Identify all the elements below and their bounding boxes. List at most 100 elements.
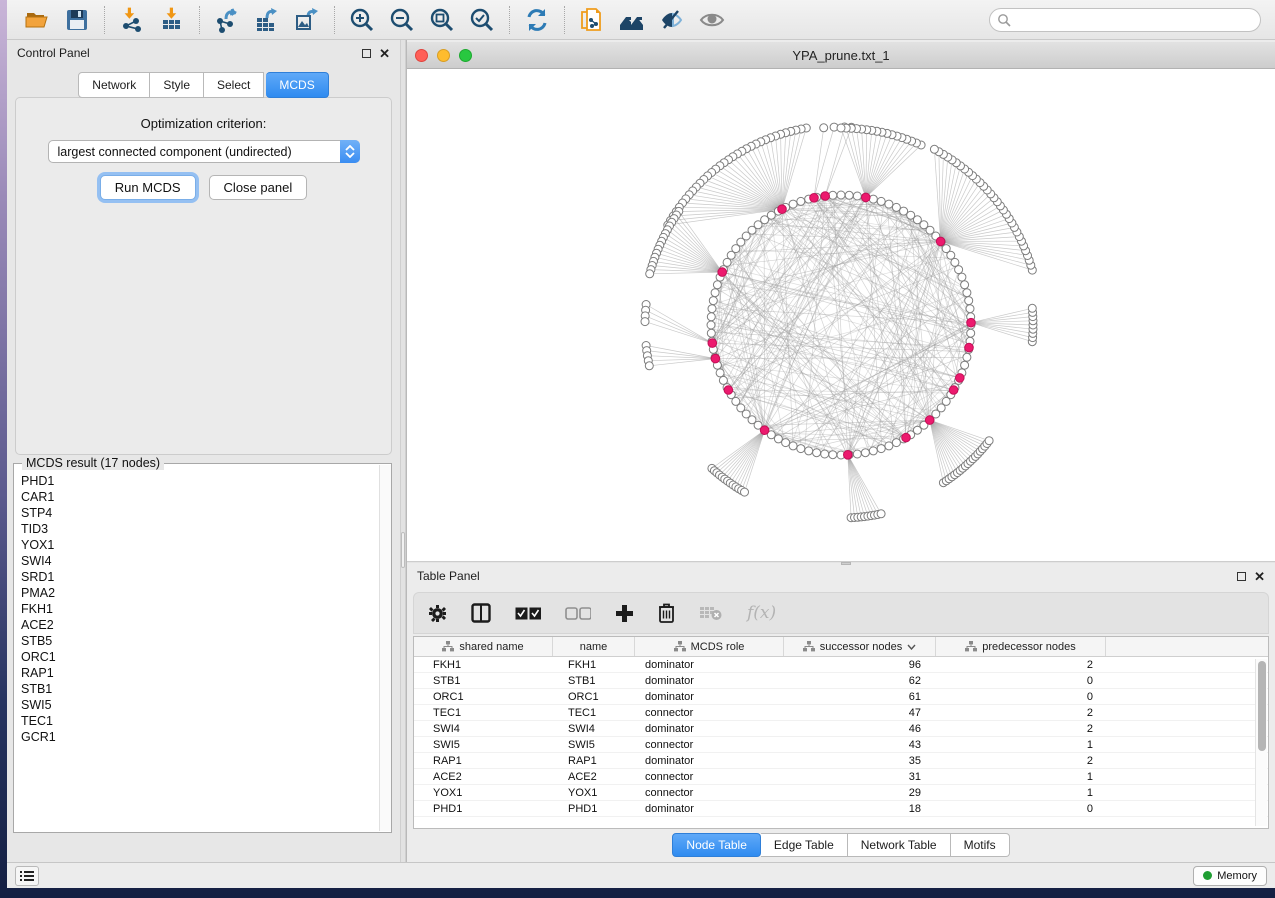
tab-mcds[interactable]: MCDS (266, 72, 328, 98)
tab-select[interactable]: Select (204, 72, 264, 98)
zoom-selected-icon[interactable] (467, 5, 497, 35)
table-row[interactable]: ORC1ORC1dominator610 (414, 689, 1268, 705)
optimization-criterion-select[interactable]: largest connected component (undirected) (48, 140, 360, 163)
zoom-in-icon[interactable] (347, 5, 377, 35)
table-row[interactable]: PHD1PHD1dominator180 (414, 801, 1268, 817)
splitter-handle[interactable] (841, 562, 851, 565)
table-cell: SWI4 (414, 723, 553, 735)
tab-style[interactable]: Style (150, 72, 204, 98)
export-table-icon[interactable] (252, 5, 282, 35)
network-window-titlebar[interactable]: YPA_prune.txt_1 (407, 42, 1275, 69)
memory-button[interactable]: Memory (1193, 866, 1267, 886)
table-cell: dominator (635, 803, 784, 815)
eye-icon[interactable] (697, 5, 727, 35)
run-mcds-button[interactable]: Run MCDS (100, 175, 196, 200)
import-table-icon[interactable] (157, 5, 187, 35)
table-row[interactable]: STB1STB1dominator620 (414, 673, 1268, 689)
refresh-icon[interactable] (522, 5, 552, 35)
clone-network-icon[interactable] (577, 5, 607, 35)
import-network-icon[interactable] (117, 5, 147, 35)
tab-motifs[interactable]: Motifs (951, 833, 1010, 857)
save-icon[interactable] (62, 5, 92, 35)
function-builder-icon[interactable]: f(x) (747, 603, 776, 623)
table-cell: dominator (635, 675, 784, 687)
mcds-result-title: MCDS result (17 nodes) (22, 456, 164, 470)
search-input[interactable] (1015, 11, 1260, 29)
table-row[interactable]: FKH1FKH1dominator962 (414, 657, 1268, 673)
mcds-result-item[interactable]: GCR1 (21, 729, 378, 745)
delete-column-icon[interactable] (658, 603, 675, 623)
table-row[interactable]: TEC1TEC1connector472 (414, 705, 1268, 721)
table-row[interactable]: SWI4SWI4dominator462 (414, 721, 1268, 737)
optimization-criterion-value: largest connected component (undirected) (49, 145, 340, 159)
export-image-icon[interactable] (292, 5, 322, 35)
tab-network[interactable]: Network (78, 72, 150, 98)
table-row[interactable]: YOX1YOX1connector291 (414, 785, 1268, 801)
mcds-result-item[interactable]: CAR1 (21, 489, 378, 505)
mcds-result-item[interactable]: STB1 (21, 681, 378, 697)
mcds-result-item[interactable]: PMA2 (21, 585, 378, 601)
close-panel-icon[interactable]: ✕ (379, 49, 390, 58)
table-cell: 61 (784, 691, 936, 703)
columns-icon[interactable] (471, 603, 491, 623)
table-cell: ACE2 (414, 771, 553, 783)
mcds-result-item[interactable]: RAP1 (21, 665, 378, 681)
table-cell: 31 (784, 771, 936, 783)
table-row[interactable]: ACE2ACE2connector311 (414, 769, 1268, 785)
open-icon[interactable] (22, 5, 52, 35)
mcds-result-item[interactable]: ORC1 (21, 649, 378, 665)
float-panel-icon[interactable] (1237, 572, 1246, 581)
task-history-button[interactable] (15, 866, 39, 886)
mcds-result-item[interactable]: STB5 (21, 633, 378, 649)
column-header-mcds-role[interactable]: MCDS role (635, 637, 784, 656)
mcds-result-item[interactable]: SWI5 (21, 697, 378, 713)
export-network-icon[interactable] (212, 5, 242, 35)
close-panel-icon[interactable]: ✕ (1254, 572, 1265, 581)
table-cell: YOX1 (414, 787, 553, 799)
table-cell: 35 (784, 755, 936, 767)
hide-details-icon[interactable] (657, 5, 687, 35)
table-row[interactable]: SWI5SWI5connector431 (414, 737, 1268, 753)
mcds-result-item[interactable]: ACE2 (21, 617, 378, 633)
mcds-result-item[interactable]: SWI4 (21, 553, 378, 569)
zoom-fit-icon[interactable] (427, 5, 457, 35)
tab-edge-table[interactable]: Edge Table (761, 833, 848, 857)
binoculars-icon[interactable] (617, 5, 647, 35)
float-panel-icon[interactable] (362, 49, 371, 58)
mcds-result-item[interactable]: SRD1 (21, 569, 378, 585)
table-row[interactable]: RAP1RAP1dominator352 (414, 753, 1268, 769)
close-panel-button[interactable]: Close panel (209, 175, 308, 200)
select-all-icon[interactable] (515, 607, 541, 620)
mcds-result-item[interactable]: TID3 (21, 521, 378, 537)
table-cell: 2 (936, 707, 1106, 719)
tab-node-table[interactable]: Node Table (672, 833, 761, 857)
mcds-result-list[interactable]: PHD1CAR1STP4TID3YOX1SWI4SRD1PMA2FKH1ACE2… (14, 473, 378, 831)
network-canvas[interactable] (407, 69, 1275, 561)
mcds-result-scrollbar[interactable] (379, 465, 391, 831)
mcds-result-item[interactable]: FKH1 (21, 601, 378, 617)
mcds-result-item[interactable]: YOX1 (21, 537, 378, 553)
tab-network-table[interactable]: Network Table (848, 833, 951, 857)
table-scrollbar[interactable] (1255, 659, 1267, 826)
tree-icon (442, 641, 454, 652)
deselect-all-icon[interactable] (565, 607, 591, 620)
mcds-result-item[interactable]: PHD1 (21, 473, 378, 489)
panel-splitter-vertical[interactable] (400, 40, 406, 862)
toolbar-separator (199, 6, 200, 34)
column-header-predecessor-nodes[interactable]: predecessor nodes (936, 637, 1106, 656)
scrollbar-thumb[interactable] (1258, 661, 1266, 751)
zoom-out-icon[interactable] (387, 5, 417, 35)
column-header-name[interactable]: name (553, 637, 635, 656)
table-cell: connector (635, 707, 784, 719)
mcds-result-item[interactable]: TEC1 (21, 713, 378, 729)
network-panel: YPA_prune.txt_1 (406, 40, 1275, 563)
mcds-result-item[interactable]: STP4 (21, 505, 378, 521)
column-header-shared-name[interactable]: shared name (414, 637, 553, 656)
tree-icon (965, 641, 977, 652)
column-header-successor-nodes[interactable]: successor nodes (784, 637, 936, 656)
panel-splitter-horizontal[interactable] (407, 561, 1275, 563)
splitter-handle[interactable] (401, 532, 405, 568)
add-column-icon[interactable] (615, 604, 634, 623)
delete-table-icon[interactable] (699, 605, 723, 621)
gear-icon[interactable] (428, 604, 447, 623)
